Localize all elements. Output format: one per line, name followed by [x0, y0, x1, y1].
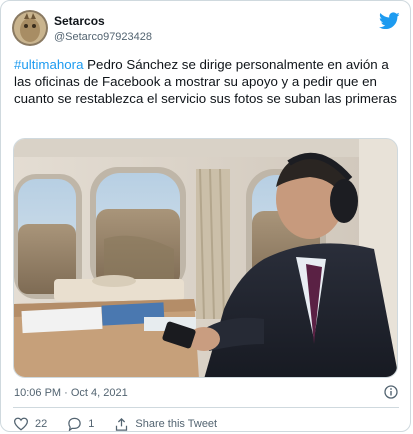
info-icon[interactable]	[384, 385, 398, 399]
tweet-text: #ultimahora Pedro Sánchez se dirige pers…	[14, 56, 399, 107]
like-count: 22	[35, 418, 48, 430]
heart-icon	[13, 417, 29, 431]
tweet-photo[interactable]	[13, 138, 398, 378]
tweet-timestamp[interactable]: 10:06 PM · Oct 4, 2021	[14, 387, 128, 399]
reply-button[interactable]: 1	[67, 417, 94, 431]
author-handle[interactable]: @Setarco97923428	[54, 31, 152, 43]
author-name[interactable]: Setarcos	[54, 14, 105, 28]
reply-count: 1	[88, 418, 95, 430]
hashtag-link[interactable]: #ultimahora	[14, 57, 83, 72]
reply-bubble-icon	[68, 417, 82, 431]
divider	[13, 407, 399, 408]
twitter-bird-icon[interactable]	[378, 12, 400, 30]
tweet-actions: 22 1 Share this Tweet	[13, 415, 237, 433]
share-upload-icon	[116, 417, 128, 431]
tweet-card: Setarcos @Setarco97923428 #ultimahora Pe…	[0, 0, 411, 432]
share-button[interactable]: Share this Tweet	[114, 417, 217, 432]
avatar[interactable]	[12, 10, 48, 46]
share-label: Share this Tweet	[135, 418, 218, 430]
like-button[interactable]: 22	[13, 417, 47, 431]
